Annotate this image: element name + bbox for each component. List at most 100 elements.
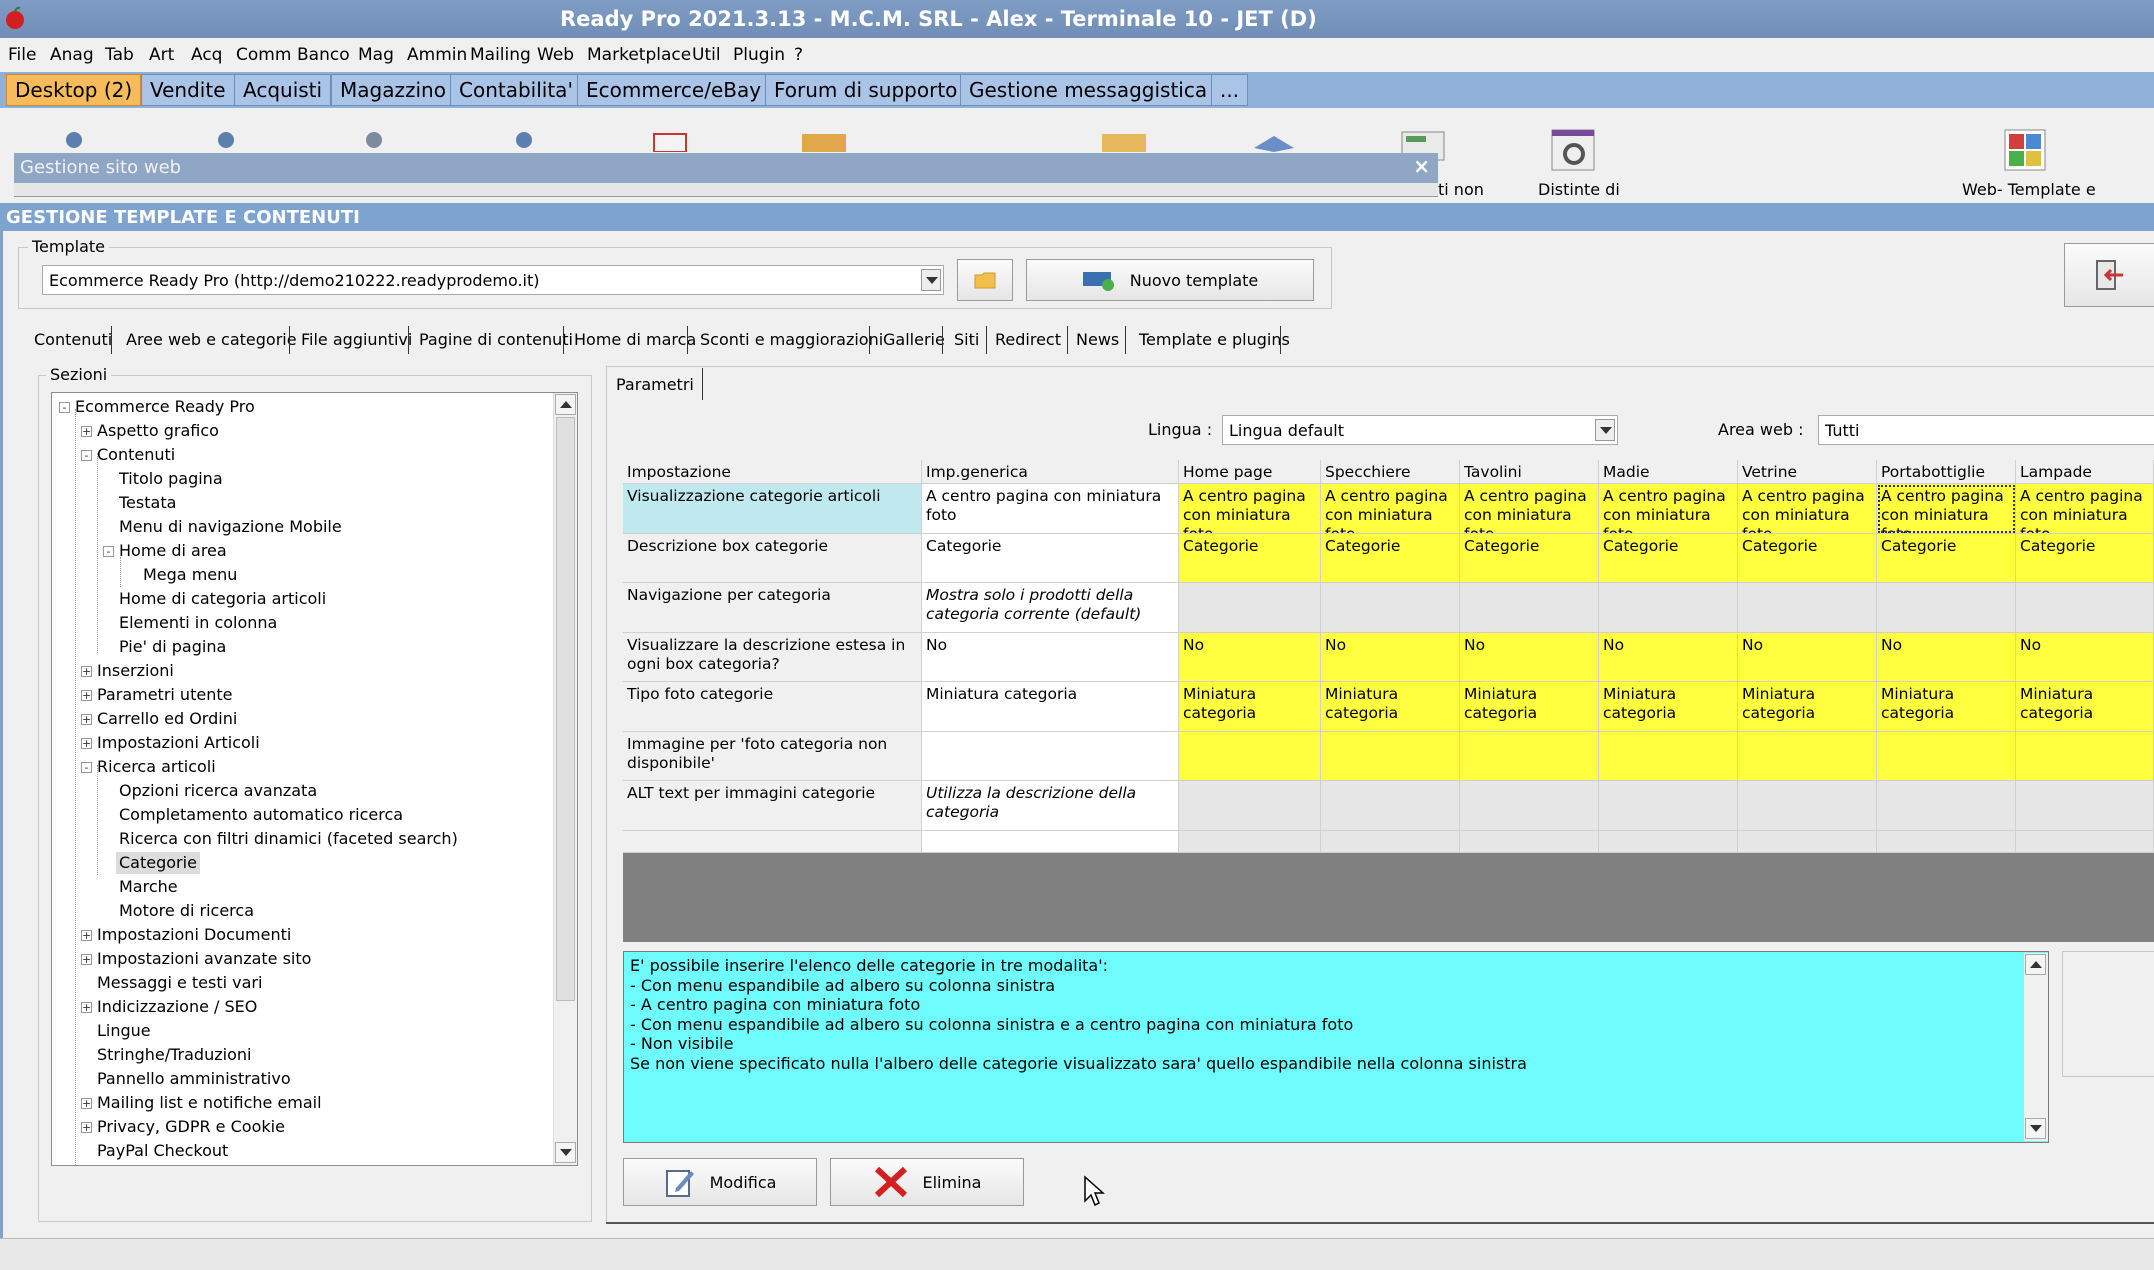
tree-item[interactable]: Home di categoria articoli [119, 588, 326, 610]
tree-toggle-icon[interactable]: + [81, 714, 92, 725]
category-value-cell[interactable]: No [1321, 632, 1460, 682]
menu-plugin[interactable]: Plugin [733, 45, 785, 65]
menu-marketplace[interactable]: Marketplace [587, 45, 691, 65]
category-value-cell[interactable]: Categorie [1460, 533, 1599, 583]
tree-item[interactable]: Contenuti [97, 444, 175, 466]
tree-item[interactable]: Motore di ricerca [119, 900, 254, 922]
scroll-up-icon[interactable] [2025, 954, 2046, 975]
chevron-down-icon[interactable] [921, 269, 941, 291]
category-value-cell[interactable] [2016, 583, 2154, 633]
settings-gear-icon[interactable] [1550, 128, 1596, 172]
tree-item[interactable]: Mega menu [143, 564, 237, 586]
user-icon[interactable] [58, 128, 90, 152]
tree-item[interactable]: Impostazioni avanzate sito [97, 948, 311, 970]
tree-scrollbar[interactable] [553, 393, 577, 1165]
tab-parametri[interactable]: Parametri [610, 368, 703, 400]
empty-row-cell[interactable] [623, 830, 922, 853]
settings-grid[interactable]: Impostazione Imp.generica Home page Specchi… [623, 460, 2154, 942]
empty-row-cell[interactable] [1460, 830, 1599, 853]
category-value-cell[interactable] [2016, 731, 2154, 781]
new-template-button[interactable]: Nuovo template [1026, 259, 1314, 301]
category-value-cell[interactable]: A centro pagina con miniatura foto [1460, 484, 1599, 534]
tab-contenuti[interactable]: Contenuti [34, 325, 112, 355]
tab-magazzino[interactable]: Magazzino [331, 74, 455, 106]
setting-cell[interactable]: Descrizione box categorie [623, 533, 922, 583]
tree-item[interactable]: Categorie [116, 852, 200, 874]
empty-row-cell[interactable] [922, 830, 1179, 853]
tree-item[interactable]: PayPal Checkout [97, 1140, 228, 1162]
tree-item[interactable]: Parametri utente [97, 684, 232, 706]
tree-item[interactable]: Opzioni ricerca avanzata [119, 780, 317, 802]
tree-toggle-icon[interactable]: + [81, 1122, 92, 1133]
category-value-cell[interactable]: Categorie [1599, 533, 1738, 583]
tab-more[interactable]: ... [1211, 74, 1249, 106]
tab-forum-supporto[interactable]: Forum di supporto [765, 74, 967, 106]
category-value-cell[interactable] [1599, 781, 1738, 831]
category-value-cell[interactable] [1877, 583, 2016, 633]
area-web-select[interactable]: Tutti [1818, 415, 2154, 445]
exit-button[interactable] [2064, 243, 2154, 307]
menu-comm[interactable]: Comm [236, 45, 291, 65]
scroll-thumb[interactable] [556, 417, 575, 1001]
column-header[interactable]: Portabottiglie [1877, 460, 2016, 484]
tree-item[interactable]: Marche [119, 876, 178, 898]
menu-ammin[interactable]: Ammin [407, 45, 467, 65]
generic-value-cell[interactable]: Miniatura categoria [922, 682, 1179, 732]
category-value-cell[interactable]: No [2016, 632, 2154, 682]
setting-cell[interactable]: ALT text per immagini categorie [623, 781, 922, 831]
tab-ecommerce-ebay[interactable]: Ecommerce/eBay [577, 74, 771, 106]
tree-item[interactable]: Pie' di pagina [119, 636, 226, 658]
category-value-cell[interactable]: A centro pagina con miniatura foto [1599, 484, 1738, 534]
empty-row-cell[interactable] [1179, 830, 1321, 853]
tree-item[interactable]: Ricerca con filtri dinamici (faceted sea… [119, 828, 458, 850]
tree-item[interactable]: Privacy, GDPR e Cookie [97, 1116, 285, 1138]
category-value-cell[interactable]: Miniatura categoria [1877, 682, 2016, 732]
tree-item[interactable]: Indicizzazione / SEO [97, 996, 257, 1018]
empty-row-cell[interactable] [1321, 830, 1460, 853]
empty-row-cell[interactable] [2016, 830, 2154, 853]
tab-news[interactable]: News [1076, 325, 1119, 355]
tree-item[interactable]: Impostazioni Articoli [97, 732, 260, 754]
tree-toggle-icon[interactable]: + [81, 1098, 92, 1109]
tree-item[interactable]: Elementi in colonna [119, 612, 277, 634]
column-header[interactable]: Tavolini [1460, 460, 1599, 484]
category-value-cell[interactable]: No [1460, 632, 1599, 682]
modifica-button[interactable]: Modifica [623, 1158, 817, 1206]
tab-home-di-marca[interactable]: Home di marca [574, 325, 696, 355]
menu-help[interactable]: ? [794, 45, 803, 65]
category-value-cell[interactable] [1738, 583, 1877, 633]
user-icon[interactable] [210, 128, 242, 152]
description-scrollbar[interactable] [2024, 953, 2048, 1141]
category-value-cell[interactable] [1460, 583, 1599, 633]
lingua-select[interactable]: Lingua default [1222, 415, 1618, 445]
tree-toggle-icon[interactable]: + [81, 738, 92, 749]
category-value-cell[interactable]: A centro pagina con miniatura foto [1738, 484, 1877, 534]
column-header[interactable]: Impostazione [623, 460, 922, 484]
menu-mag[interactable]: Mag [358, 45, 394, 65]
column-header[interactable]: Specchiere [1321, 460, 1460, 484]
category-value-cell[interactable]: Miniatura categoria [2016, 682, 2154, 732]
package-icon[interactable] [1100, 128, 1148, 152]
tree-toggle-icon[interactable]: + [81, 426, 92, 437]
column-header[interactable]: Madie [1599, 460, 1738, 484]
elimina-button[interactable]: Elimina [830, 1158, 1024, 1206]
tab-contabilita[interactable]: Contabilita' [450, 74, 582, 106]
tree-item[interactable]: Ricerca articoli [97, 756, 216, 778]
open-folder-button[interactable] [957, 259, 1013, 301]
category-value-cell[interactable]: A centro pagina con miniatura foto [2016, 484, 2154, 534]
tab-pagine-contenuti[interactable]: Pagine di contenuti [419, 325, 573, 355]
menu-web[interactable]: Web [537, 45, 574, 65]
tree-toggle-icon[interactable]: + [81, 954, 92, 965]
tree-item[interactable]: Stringhe/Traduzioni [97, 1044, 251, 1066]
template-select[interactable]: Ecommerce Ready Pro (http://demo210222.r… [42, 265, 944, 295]
menu-util[interactable]: Util [692, 45, 721, 65]
category-value-cell[interactable] [1460, 781, 1599, 831]
person-icon[interactable] [358, 128, 390, 152]
menu-art[interactable]: Art [149, 45, 174, 65]
category-value-cell[interactable]: Categorie [2016, 533, 2154, 583]
tree-item[interactable]: Home di area [119, 540, 227, 562]
user-search-icon[interactable] [508, 128, 540, 152]
box-icon[interactable] [800, 128, 848, 152]
column-header[interactable]: Home page [1179, 460, 1321, 484]
tree-toggle-icon[interactable]: - [81, 450, 92, 461]
